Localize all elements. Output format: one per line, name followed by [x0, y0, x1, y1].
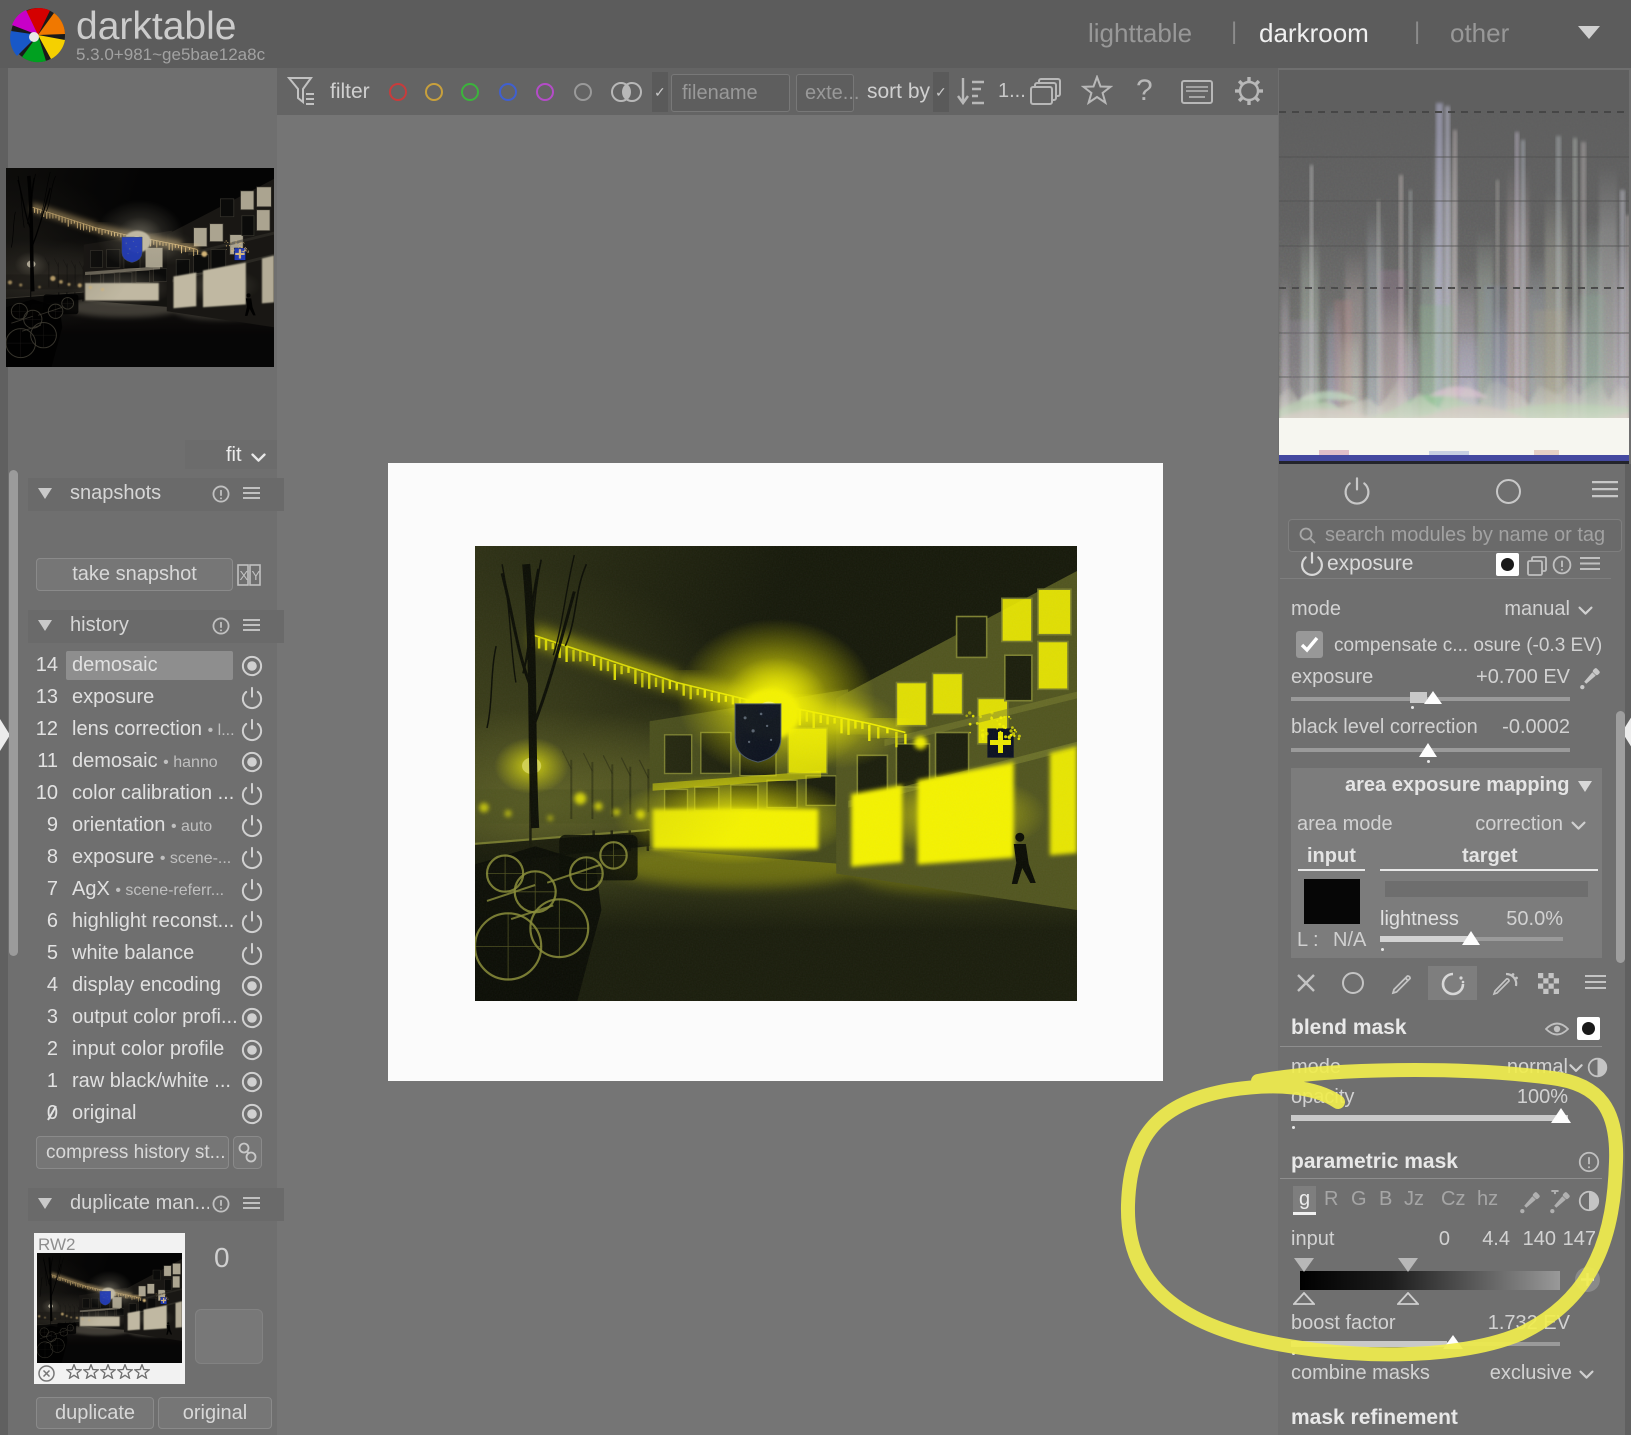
svg-text:Y: Y: [252, 568, 261, 583]
svg-text:X: X: [240, 568, 249, 583]
